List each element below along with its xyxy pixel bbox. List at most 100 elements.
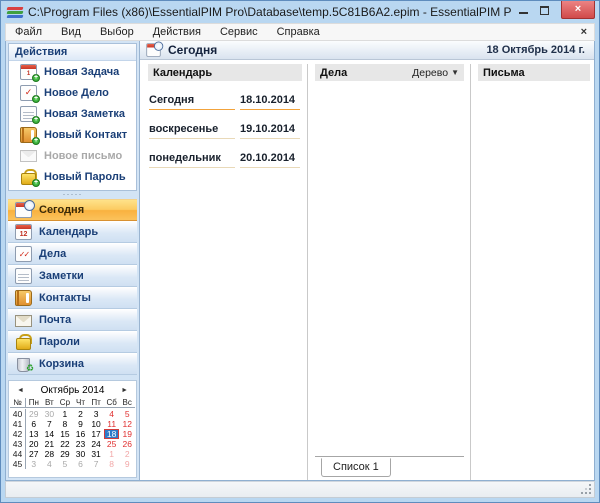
day-cell[interactable]: 27 <box>26 449 42 459</box>
day-cell[interactable]: 9 <box>119 459 135 469</box>
day-cell[interactable]: 24 <box>88 439 104 449</box>
sidebar-item-tasks[interactable]: Дела <box>8 243 137 265</box>
dow-label: Сб <box>104 398 120 408</box>
day-cell[interactable]: 14 <box>42 429 58 439</box>
day-cell[interactable]: 2 <box>73 409 89 419</box>
menu-item[interactable]: Выбор <box>100 26 134 38</box>
action-item[interactable]: +Новый Контакт <box>9 124 136 145</box>
day-cell[interactable]: 20 <box>26 439 42 449</box>
action-item[interactable]: +Новое Дело <box>9 82 136 103</box>
day-cell[interactable]: 8 <box>57 419 73 429</box>
sidebar-item-label: Почта <box>39 314 71 326</box>
app-window: C:\Program Files (x86)\EssentialPIM Pro\… <box>0 0 600 503</box>
day-cell[interactable]: 1 <box>104 449 120 459</box>
day-cell[interactable]: 7 <box>42 419 58 429</box>
action-item[interactable]: +Новая Заметка <box>9 103 136 124</box>
column-divider[interactable] <box>307 64 308 480</box>
day-cell[interactable]: 1 <box>57 409 73 419</box>
sidebar-item-contacts[interactable]: Контакты <box>8 287 137 309</box>
day-cell[interactable]: 22 <box>57 439 73 449</box>
action-item-label: Новая Задача <box>44 66 119 78</box>
sidebar-item-notes[interactable]: Заметки <box>8 265 137 287</box>
tree-view-selector[interactable]: Дерево ▼ <box>412 67 459 79</box>
calendar-icon <box>15 224 32 240</box>
sidebar-item-today[interactable]: Сегодня <box>8 199 137 221</box>
sidebar-item-mail[interactable]: Почта <box>8 309 137 331</box>
today-row[interactable]: понедельник20.10.2014 <box>149 139 300 168</box>
day-cell[interactable]: 8 <box>104 459 120 469</box>
today-row[interactable]: Сегодня18.10.2014 <box>149 81 300 110</box>
day-cell[interactable]: 17 <box>88 429 104 439</box>
tasks-column-title: Дела <box>320 67 347 79</box>
menu-item[interactable]: Действия <box>153 26 201 38</box>
menu-item[interactable]: Сервис <box>220 26 258 38</box>
next-month-icon[interactable]: ► <box>121 387 128 394</box>
week-number: 45 <box>10 459 26 469</box>
today-icon <box>146 43 160 57</box>
day-cell[interactable]: 28 <box>42 449 58 459</box>
tab-list-1[interactable]: Список 1 <box>321 458 391 477</box>
menu-bar-items: Файл Вид Выбор Действия Сервис Справка <box>15 26 320 38</box>
day-cell[interactable]: 26 <box>119 439 135 449</box>
day-cell[interactable]: 4 <box>104 409 120 419</box>
sidebar-item-label: Сегодня <box>39 204 84 216</box>
menu-item[interactable]: Справка <box>277 26 320 38</box>
splitter-handle[interactable]: ····· <box>8 191 137 199</box>
day-cell[interactable]: 6 <box>26 419 42 429</box>
plus-badge-icon: + <box>32 95 40 103</box>
action-item[interactable]: +Новая Задача <box>9 61 136 82</box>
close-button[interactable]: × <box>561 1 595 19</box>
prev-month-icon[interactable]: ◄ <box>17 387 24 394</box>
day-cell[interactable]: 18 <box>104 429 120 439</box>
trash-icon <box>15 356 32 372</box>
dow-label: Чт <box>73 398 89 408</box>
day-cell[interactable]: 30 <box>42 409 58 419</box>
column-divider[interactable] <box>470 64 471 480</box>
resize-grip[interactable] <box>581 484 591 494</box>
chevron-down-icon: ▼ <box>451 68 459 77</box>
day-cell[interactable]: 9 <box>73 419 89 429</box>
day-cell[interactable]: 10 <box>88 419 104 429</box>
action-item[interactable]: +Новый Пароль <box>9 166 136 187</box>
day-cell[interactable]: 29 <box>26 409 42 419</box>
day-cell[interactable]: 5 <box>119 409 135 419</box>
week-number: 41 <box>10 419 26 429</box>
icon-wrap: + <box>20 127 37 143</box>
menu-close-icon[interactable]: × <box>581 25 587 40</box>
day-cell[interactable]: 19 <box>119 429 135 439</box>
mini-calendar-grid: 4029301234541678910111242131415161718194… <box>10 409 135 469</box>
menu-item[interactable]: Вид <box>61 26 81 38</box>
sidebar-item-label: Контакты <box>39 292 91 304</box>
today-row[interactable]: воскресенье19.10.2014 <box>149 110 300 139</box>
day-cell[interactable]: 25 <box>104 439 120 449</box>
day-cell[interactable]: 11 <box>104 419 120 429</box>
day-cell[interactable]: 29 <box>57 449 73 459</box>
day-cell[interactable]: 7 <box>88 459 104 469</box>
day-cell[interactable]: 3 <box>88 409 104 419</box>
day-cell[interactable]: 5 <box>57 459 73 469</box>
menu-item[interactable]: Файл <box>15 26 42 38</box>
sidebar-item-trash[interactable]: Корзина <box>8 353 137 375</box>
icon-wrap: + <box>20 106 37 122</box>
actions-panel: Действия +Новая Задача+Новое Дело+Новая … <box>8 43 137 191</box>
day-cell[interactable]: 15 <box>57 429 73 439</box>
dow-label: Ср <box>57 398 73 408</box>
mini-calendar-title: Октябрь 2014 <box>24 385 121 396</box>
notes-icon <box>15 268 32 284</box>
day-cell[interactable]: 12 <box>119 419 135 429</box>
day-cell[interactable]: 31 <box>88 449 104 459</box>
day-cell[interactable]: 2 <box>119 449 135 459</box>
sidebar-item-passwords[interactable]: Пароли <box>8 331 137 353</box>
day-cell[interactable]: 21 <box>42 439 58 449</box>
day-cell[interactable]: 13 <box>26 429 42 439</box>
day-cell[interactable]: 23 <box>73 439 89 449</box>
day-cell[interactable]: 16 <box>73 429 89 439</box>
dow-label: Вт <box>42 398 58 408</box>
sidebar-item-calendar[interactable]: Календарь <box>8 221 137 243</box>
maximize-button[interactable] <box>540 6 549 15</box>
day-cell[interactable]: 3 <box>26 459 42 469</box>
minimize-button[interactable] <box>519 12 528 14</box>
day-cell[interactable]: 6 <box>73 459 89 469</box>
day-cell[interactable]: 4 <box>42 459 58 469</box>
day-cell[interactable]: 30 <box>73 449 89 459</box>
